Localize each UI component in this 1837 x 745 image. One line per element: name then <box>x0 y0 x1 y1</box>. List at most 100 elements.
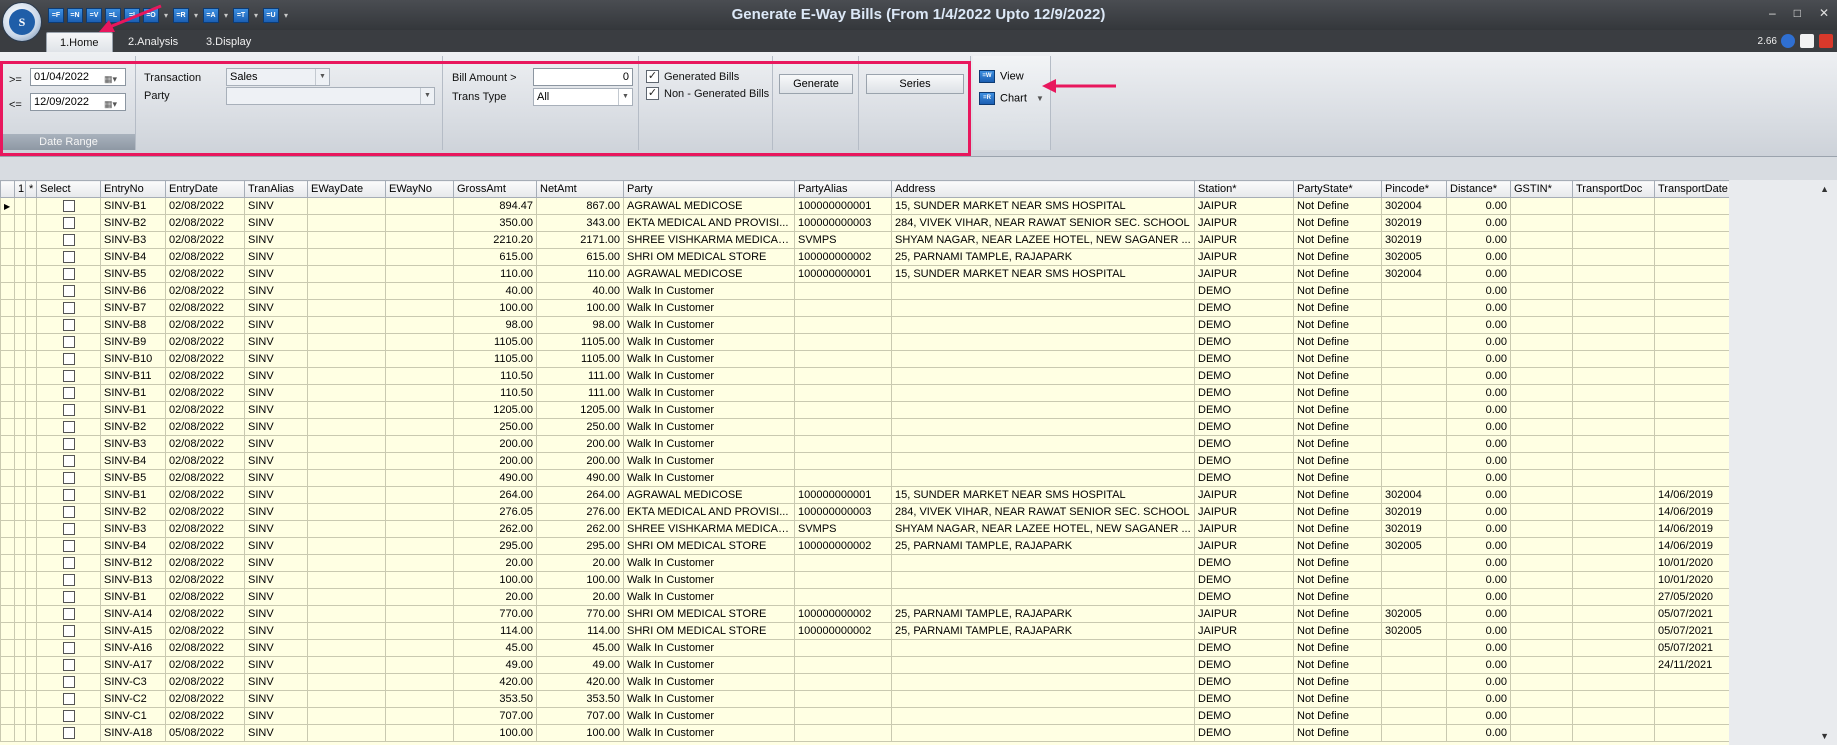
table-cell[interactable] <box>385 265 454 283</box>
table-cell[interactable]: Not Define <box>1293 418 1382 436</box>
table-cell[interactable]: SVMPS <box>794 520 892 538</box>
table-cell[interactable] <box>1654 231 1729 249</box>
table-cell[interactable]: 0.00 <box>1446 605 1511 623</box>
table-cell[interactable] <box>1654 316 1729 334</box>
table-cell[interactable]: 0.00 <box>1446 639 1511 657</box>
table-cell[interactable]: SINV-B2 <box>100 418 166 436</box>
table-cell[interactable] <box>385 707 454 725</box>
table-cell[interactable]: Walk In Customer <box>623 350 795 368</box>
qat-button[interactable]: =V <box>86 7 102 23</box>
table-cell[interactable]: Not Define <box>1293 724 1382 742</box>
table-cell[interactable]: SINV-A16 <box>100 639 166 657</box>
row-select-checkbox[interactable] <box>62 454 75 467</box>
table-cell[interactable]: 615.00 <box>536 248 624 266</box>
table-cell[interactable]: 02/08/2022 <box>165 605 245 623</box>
table-cell[interactable] <box>794 554 892 572</box>
close-icon[interactable]: ✕ <box>1819 6 1829 20</box>
table-cell[interactable] <box>307 537 386 555</box>
table-cell[interactable]: SINV <box>244 639 308 657</box>
table-cell[interactable] <box>1510 214 1573 232</box>
qat-button[interactable]: =R <box>173 7 189 23</box>
table-cell[interactable] <box>1572 571 1655 589</box>
table-cell[interactable]: 15, SUNDER MARKET NEAR SMS HOSPITAL <box>891 265 1195 283</box>
table-cell[interactable] <box>1510 333 1573 351</box>
table-cell[interactable]: SINV-B8 <box>100 316 166 334</box>
table-cell[interactable]: DEMO <box>1194 333 1294 351</box>
table-cell[interactable] <box>1510 435 1573 453</box>
table-cell[interactable]: 20.00 <box>453 554 537 572</box>
table-cell[interactable]: SINV <box>244 673 308 691</box>
row-select-checkbox[interactable] <box>62 624 75 637</box>
table-cell[interactable]: Walk In Customer <box>623 316 795 334</box>
table-row[interactable]: SINV-B1 02/08/2022 SINV 264.00 264.00 AGRAWAL… <box>0 486 1729 504</box>
table-cell[interactable]: 0.00 <box>1446 231 1511 249</box>
table-cell[interactable]: JAIPUR <box>1194 503 1294 521</box>
generated-bills-checkbox[interactable]: ✓ <box>646 70 659 83</box>
table-cell[interactable] <box>891 690 1195 708</box>
table-cell[interactable]: 10/01/2020 <box>1654 554 1729 572</box>
table-cell[interactable]: 02/08/2022 <box>165 469 245 487</box>
column-header[interactable]: GrossAmt <box>453 180 537 198</box>
table-cell[interactable]: 0.00 <box>1446 214 1511 232</box>
table-cell[interactable]: DEMO <box>1194 299 1294 317</box>
table-cell[interactable]: 100000000003 <box>794 214 892 232</box>
table-cell[interactable] <box>1572 469 1655 487</box>
table-cell[interactable] <box>385 588 454 606</box>
table-cell[interactable]: Not Define <box>1293 520 1382 538</box>
table-cell[interactable] <box>1654 707 1729 725</box>
table-cell[interactable] <box>1654 282 1729 300</box>
table-cell[interactable]: 24/11/2021 <box>1654 656 1729 674</box>
table-cell[interactable]: 420.00 <box>536 673 624 691</box>
table-cell[interactable]: Not Define <box>1293 197 1382 215</box>
table-cell[interactable]: JAIPUR <box>1194 248 1294 266</box>
table-cell[interactable]: DEMO <box>1194 316 1294 334</box>
table-cell[interactable]: 295.00 <box>536 537 624 555</box>
column-header[interactable]: EWayDate <box>307 180 386 198</box>
table-cell[interactable]: 0.00 <box>1446 469 1511 487</box>
table-cell[interactable] <box>891 350 1195 368</box>
row-indicator[interactable] <box>0 316 15 334</box>
table-cell[interactable]: SINV-B2 <box>100 214 166 232</box>
table-cell[interactable] <box>1510 316 1573 334</box>
table-cell[interactable]: 100000000002 <box>794 605 892 623</box>
table-cell[interactable] <box>891 571 1195 589</box>
row-indicator[interactable] <box>0 214 15 232</box>
table-cell[interactable]: 02/08/2022 <box>165 197 245 215</box>
table-cell[interactable]: 302005 <box>1381 537 1447 555</box>
row-indicator[interactable] <box>0 724 15 742</box>
table-cell[interactable] <box>1654 690 1729 708</box>
column-header[interactable]: Party <box>623 180 795 198</box>
table-cell[interactable] <box>307 316 386 334</box>
table-row[interactable]: SINV-B7 02/08/2022 SINV 100.00 100.00 Walk In… <box>0 299 1729 317</box>
table-cell[interactable]: Not Define <box>1293 452 1382 470</box>
table-cell[interactable]: 276.05 <box>453 503 537 521</box>
row-indicator[interactable] <box>0 622 15 640</box>
table-row[interactable]: SINV-B10 02/08/2022 SINV 1105.00 1105.00 Walk… <box>0 350 1729 368</box>
table-cell[interactable]: SINV-C1 <box>100 707 166 725</box>
row-indicator[interactable] <box>0 231 15 249</box>
table-cell[interactable]: 867.00 <box>536 197 624 215</box>
table-cell[interactable]: SINV <box>244 265 308 283</box>
table-cell[interactable] <box>794 452 892 470</box>
table-cell[interactable]: 200.00 <box>453 435 537 453</box>
table-cell[interactable] <box>1572 231 1655 249</box>
row-select-checkbox[interactable] <box>62 233 75 246</box>
table-cell[interactable] <box>1572 384 1655 402</box>
table-cell[interactable] <box>307 231 386 249</box>
table-cell[interactable]: SINV <box>244 316 308 334</box>
table-cell[interactable]: JAIPUR <box>1194 605 1294 623</box>
table-cell[interactable]: 98.00 <box>536 316 624 334</box>
table-cell[interactable] <box>1381 656 1447 674</box>
table-cell[interactable] <box>1510 486 1573 504</box>
table-cell[interactable] <box>891 469 1195 487</box>
column-header[interactable]: PartyAlias <box>794 180 892 198</box>
table-cell[interactable] <box>1572 690 1655 708</box>
table-cell[interactable]: 0.00 <box>1446 520 1511 538</box>
table-cell[interactable]: Not Define <box>1293 503 1382 521</box>
table-cell[interactable]: Not Define <box>1293 367 1382 385</box>
table-cell[interactable]: 490.00 <box>536 469 624 487</box>
row-indicator[interactable] <box>0 690 15 708</box>
table-cell[interactable] <box>307 452 386 470</box>
table-cell[interactable]: Walk In Customer <box>623 401 795 419</box>
table-cell[interactable] <box>1572 452 1655 470</box>
